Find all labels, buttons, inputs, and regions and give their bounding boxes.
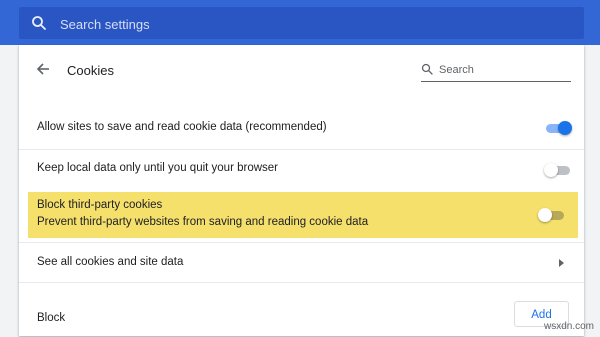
search-icon <box>421 63 433 75</box>
watermark: wsxdn.com <box>543 321 594 332</box>
toggle-knob <box>538 208 552 222</box>
setting-label: Keep local data only until you quit your… <box>37 162 279 174</box>
setting-label: Allow sites to save and read cookie data… <box>37 121 327 133</box>
setting-sublabel: Prevent third-party websites from saving… <box>37 216 369 228</box>
allow-cookies-toggle[interactable] <box>544 121 572 135</box>
cookies-search-field[interactable] <box>421 59 571 82</box>
chevron-right-icon <box>559 259 564 267</box>
block-section-label: Block <box>37 312 66 324</box>
block-section: Block <box>19 282 584 337</box>
cookies-card: Cookies Allow sites to save and read coo… <box>19 45 584 336</box>
page-title: Cookies <box>67 63 114 78</box>
keep-local-data-toggle[interactable] <box>544 163 572 177</box>
search-icon <box>32 16 46 30</box>
settings-search-box[interactable] <box>19 7 584 39</box>
setting-label: Block third-party cookies <box>37 199 163 211</box>
top-bar <box>0 0 600 45</box>
toggle-knob <box>558 121 572 135</box>
cookies-header: Cookies <box>19 45 584 93</box>
cookies-search-input[interactable] <box>437 61 571 79</box>
see-all-cookies-label: See all cookies and site data <box>37 256 184 268</box>
see-all-cookies-row[interactable]: See all cookies and site data <box>19 242 584 283</box>
settings-search-input[interactable] <box>58 13 562 35</box>
toggle-knob <box>544 163 558 177</box>
setting-row-keep-local-data: Keep local data only until you quit your… <box>19 149 584 190</box>
block-third-party-toggle[interactable] <box>538 208 566 222</box>
setting-row-block-third-party: Block third-party cookies Prevent third-… <box>28 192 578 238</box>
back-arrow-icon[interactable] <box>35 61 51 77</box>
setting-row-allow-cookies: Allow sites to save and read cookie data… <box>19 105 584 149</box>
